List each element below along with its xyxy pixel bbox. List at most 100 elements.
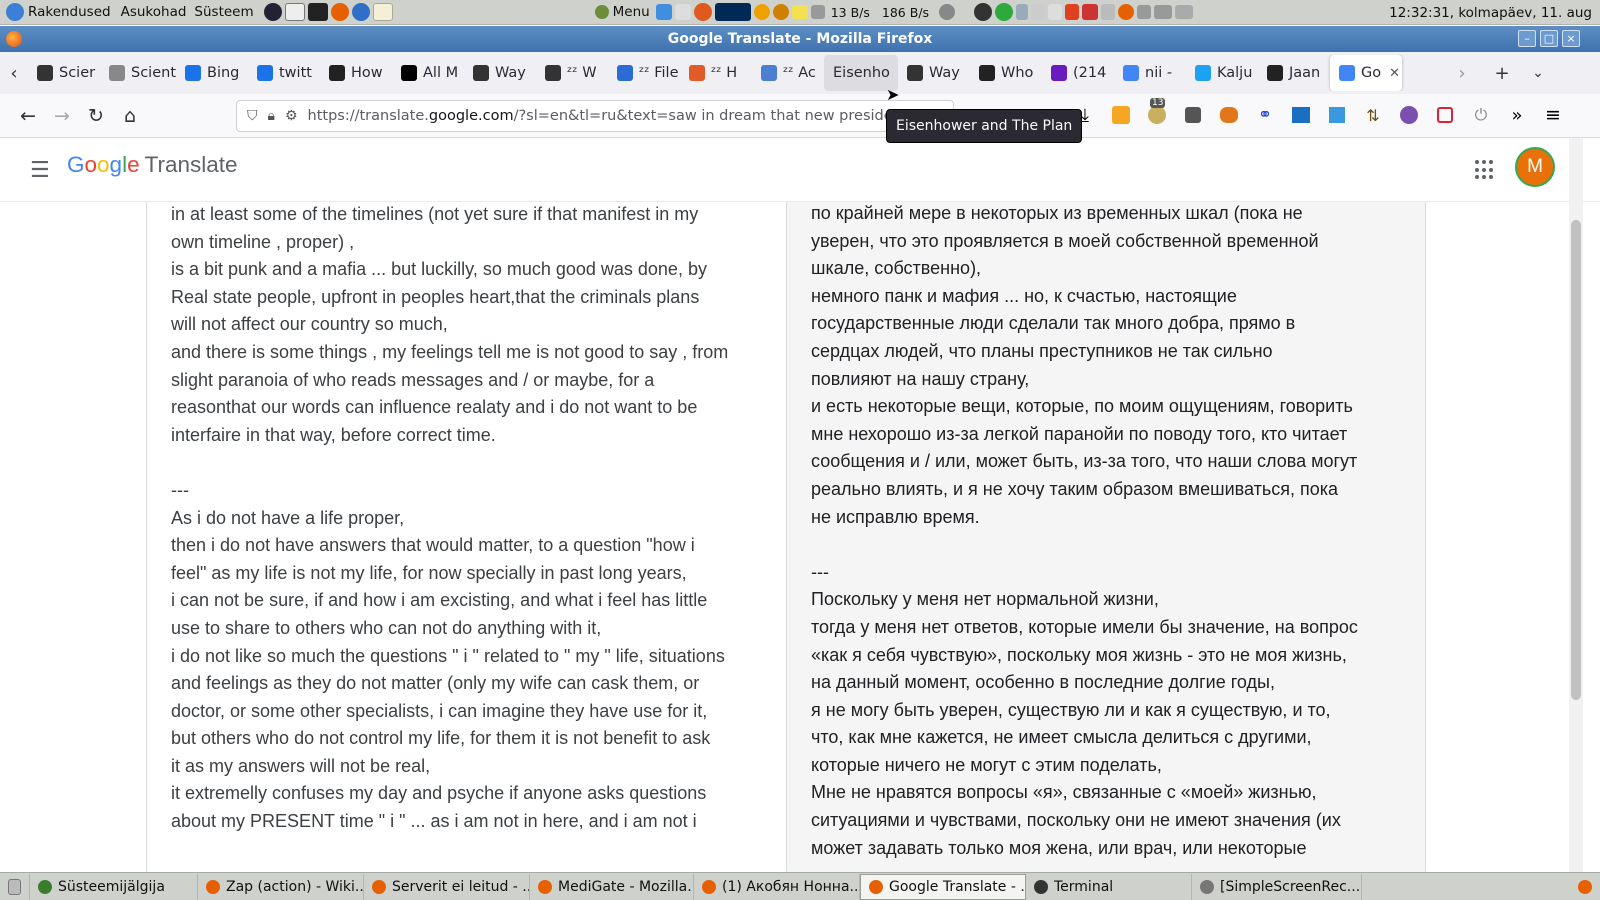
forward-button[interactable]: →	[45, 100, 79, 132]
weather-tray-icon[interactable]	[693, 3, 712, 21]
page-scrollbar[interactable]	[1569, 138, 1583, 872]
browser-tab[interactable]: ᶻᶻ Ac	[752, 55, 824, 91]
update-check-icon[interactable]	[995, 3, 1014, 21]
checkbox-tray-icon[interactable]	[655, 4, 672, 20]
text-editor-launcher-icon[interactable]	[372, 3, 393, 21]
calculator-launcher-icon[interactable]	[284, 3, 305, 21]
taskbar-window-button[interactable]: [SimpleScreenRec...	[1192, 873, 1362, 900]
package-icon[interactable]	[1048, 4, 1063, 20]
url-bar[interactable]: ⛉ 🔒︎ ⚙ https://translate.google.com/?sl=…	[236, 100, 954, 132]
shield-tray-icon[interactable]	[1065, 4, 1080, 20]
browser-tab[interactable]: Sciento	[100, 55, 176, 91]
browser-tab[interactable]: ᶻᶻ H	[680, 55, 752, 91]
url-text[interactable]: https://translate.google.com/?sl=en&tl=r…	[308, 108, 893, 124]
thunderbird-launcher-icon[interactable]	[351, 3, 370, 21]
menu-asukohad[interactable]: Asukohad	[121, 4, 187, 20]
metamask-fox-icon[interactable]	[1216, 102, 1242, 128]
info-icon[interactable]	[974, 3, 993, 21]
menu-susteem[interactable]: Süsteem	[194, 4, 253, 20]
system-menu[interactable]: Süsteem	[190, 0, 257, 25]
browser-tab[interactable]: nii -	[1114, 55, 1186, 91]
thermo-icon[interactable]	[1101, 4, 1116, 20]
google-apps-icon[interactable]	[1475, 160, 1495, 180]
browser-tab[interactable]: Kalju	[1186, 55, 1258, 91]
more-tools-chevron-icon[interactable]: »	[1504, 102, 1530, 128]
taskbar-window-button[interactable]: Serverit ei leitud - ...	[364, 873, 530, 900]
show-desktop-button[interactable]	[0, 873, 30, 900]
home-button[interactable]: ⌂	[113, 100, 147, 132]
list-all-tabs-button[interactable]: ⌄	[1524, 57, 1552, 89]
taskbar-window-button[interactable]: Süsteemijälgija	[30, 873, 198, 900]
network-tray-icon[interactable]	[810, 5, 825, 19]
puzzle-extension-icon[interactable]	[1324, 102, 1350, 128]
browser-tab[interactable]: How	[320, 55, 392, 91]
scroll-tabs-right-button[interactable]: ›	[1448, 57, 1476, 89]
taskbar-window-button[interactable]: Google Translate - ...	[860, 873, 1026, 900]
source-text-panel[interactable]: in at least some of the timelines (not y…	[146, 202, 786, 872]
google-translate-logo[interactable]: Google Translate	[67, 152, 238, 178]
scroll-tabs-left-button[interactable]: ‹	[0, 57, 28, 89]
keyboard-tray-icon[interactable]	[1175, 5, 1194, 19]
applications-menu[interactable]: Rakendused	[0, 0, 117, 25]
browser-tab[interactable]: Bing	[176, 55, 248, 91]
browser-tab[interactable]: Way	[464, 55, 536, 91]
search-tray-icon[interactable]	[772, 4, 789, 20]
menu-rakendused[interactable]: Rakendused	[28, 4, 111, 20]
app-menu-icon[interactable]: ≡	[1540, 102, 1566, 128]
red-extension-icon[interactable]	[1432, 102, 1458, 128]
browser-tab[interactable]: All M	[392, 55, 464, 91]
browser-tab[interactable]: ᶻᶻ W	[536, 55, 608, 91]
taskbar-window-button[interactable]: Zap (action) - Wiki...	[198, 873, 364, 900]
calendar-tray-icon[interactable]	[1082, 4, 1099, 20]
taskbar-window-button[interactable]: Terminal	[1026, 873, 1192, 900]
firefox-tray-icon[interactable]	[1118, 4, 1135, 20]
scrollbar-thumb[interactable]	[1571, 220, 1581, 700]
firefox-launcher-icon[interactable]	[330, 3, 349, 21]
sound-tray-icon[interactable]	[1137, 5, 1152, 19]
link-extension-icon[interactable]: ⚭	[1252, 102, 1278, 128]
browser-tab[interactable]: Way	[898, 55, 970, 91]
settings-tray-icon[interactable]	[753, 4, 770, 20]
taskbar-window-button[interactable]: (1) Акобян Нонна...	[694, 873, 860, 900]
extension-orange-icon[interactable]	[1108, 102, 1134, 128]
mail-tray-icon[interactable]	[674, 4, 691, 20]
browser-tab[interactable]: twitt	[248, 55, 320, 91]
close-tab-icon[interactable]: ✕	[1389, 66, 1400, 81]
tracking-protection-icon[interactable]: ⛉	[247, 108, 258, 124]
permissions-icon[interactable]: ⚙	[285, 108, 298, 124]
notes-tray-icon[interactable]	[791, 5, 808, 19]
account-avatar[interactable]: M	[1515, 147, 1555, 187]
new-tab-button[interactable]: +	[1488, 57, 1516, 89]
minimize-window-button[interactable]: –	[1518, 30, 1536, 47]
browser-tab[interactable]: Go ✕	[1330, 55, 1402, 91]
clock[interactable]: 12:32:31, kolmapäev, 11. aug	[1389, 5, 1592, 21]
browser-tab[interactable]: ᶻᶻ File N	[608, 55, 680, 91]
back-button[interactable]: ←	[11, 100, 45, 132]
power-icon[interactable]: ⏻	[1468, 102, 1494, 128]
tray-firefox-button[interactable]	[1570, 874, 1600, 900]
browser-tab[interactable]: Jaan	[1258, 55, 1330, 91]
taskbar-window-button[interactable]: MediGate - Mozilla...	[530, 873, 694, 900]
privacy-badger-icon[interactable]	[1180, 102, 1206, 128]
bluetooth-icon[interactable]	[1016, 4, 1029, 20]
places-menu[interactable]: Asukohad	[117, 0, 191, 25]
tor-onion-icon[interactable]	[1396, 102, 1422, 128]
close-window-button[interactable]: ×	[1562, 30, 1580, 47]
clipboard-icon[interactable]	[1031, 4, 1046, 20]
menu-button[interactable]: Menu	[589, 0, 656, 25]
main-menu-icon[interactable]: ☰	[30, 158, 50, 183]
browser-tab[interactable]: Who	[970, 55, 1042, 91]
display-tray-icon[interactable]	[1154, 5, 1173, 19]
terminal-launcher-icon[interactable]	[307, 3, 328, 21]
reload-button[interactable]: ↻	[79, 100, 113, 132]
browser-tab[interactable]: (214	[1042, 55, 1114, 91]
sort-extension-icon[interactable]: ⇅	[1360, 102, 1386, 128]
globe-launcher-icon[interactable]	[263, 3, 282, 21]
volume-icon[interactable]	[939, 4, 956, 20]
menu-label[interactable]: Menu	[613, 4, 650, 20]
maximize-window-button[interactable]: □	[1540, 30, 1558, 47]
network-extension-icon[interactable]	[1288, 102, 1314, 128]
window-title-bar[interactable]: Google Translate - Mozilla Firefox – □ ×	[0, 26, 1600, 52]
lock-icon[interactable]: 🔒︎	[268, 108, 275, 124]
source-text[interactable]: in at least some of the timelines (not y…	[171, 201, 771, 836]
